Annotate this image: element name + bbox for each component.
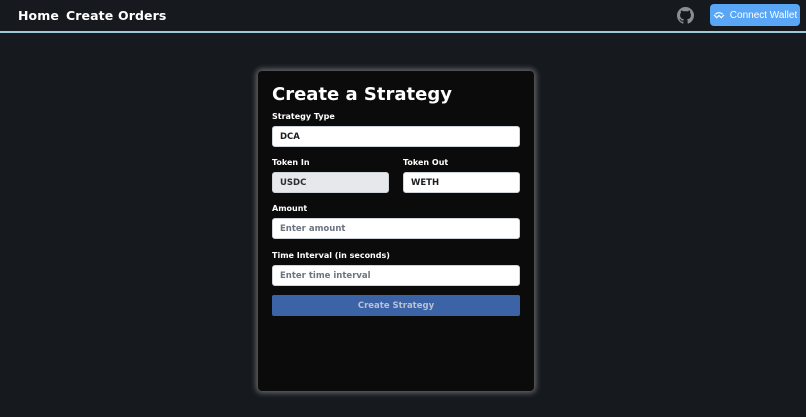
amount-label: Amount <box>272 204 308 213</box>
amount-input[interactable]: Enter amount <box>272 218 520 239</box>
strategy-type-label: Strategy Type <box>272 112 335 121</box>
nav-link-create[interactable]: Create <box>66 8 113 23</box>
nav-link-home[interactable]: Home <box>18 8 59 23</box>
token-in-label: Token In <box>272 158 310 167</box>
create-strategy-button[interactable]: Create Strategy <box>272 295 520 316</box>
time-interval-label: Time Interval (in seconds) <box>272 251 390 260</box>
connect-wallet-label: Connect Wallet <box>729 9 798 21</box>
token-out-label: Token Out <box>403 158 449 167</box>
create-strategy-card: Create a Strategy Strategy Type DCA Toke… <box>258 71 534 391</box>
token-out-field[interactable]: WETH <box>403 172 520 193</box>
walletconnect-icon <box>713 12 725 19</box>
connect-wallet-button[interactable]: Connect Wallet <box>710 4 800 26</box>
token-in-field: USDC <box>272 172 389 193</box>
page-title: Create a Strategy <box>272 84 452 105</box>
github-icon[interactable] <box>677 7 694 24</box>
nav-link-orders[interactable]: Orders <box>118 8 166 23</box>
strategy-type-select[interactable]: DCA <box>272 126 520 147</box>
time-interval-input[interactable]: Enter time interval <box>272 265 520 286</box>
top-navbar: Home Create Orders Connect Wallet <box>0 0 806 33</box>
